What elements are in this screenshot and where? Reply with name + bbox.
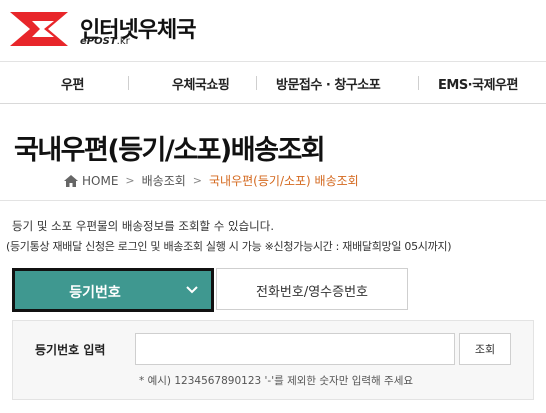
home-icon xyxy=(64,174,78,187)
nav-item-mail[interactable]: 우편 xyxy=(61,74,84,93)
tab-phone-receipt[interactable]: 전화번호/영수증번호 xyxy=(216,268,408,310)
nav-divider xyxy=(418,76,419,90)
page-title: 국내우편(등기/소포)배송조회 xyxy=(14,135,326,166)
global-nav: 우편 우체국쇼핑 방문접수 · 창구소포 EMS·국제우편 xyxy=(0,62,546,104)
chevron-right-icon: > xyxy=(125,174,135,187)
nav-divider xyxy=(128,76,129,90)
epost-logo-icon xyxy=(10,12,68,46)
nav-item-visit-pickup[interactable]: 방문접수 · 창구소포 xyxy=(276,74,381,93)
search-button[interactable]: 조회 xyxy=(459,333,511,365)
tab-registered-number-label: 등기번호 xyxy=(69,285,121,301)
chevron-down-icon xyxy=(186,286,198,294)
description-line-1: 등기 및 소포 우편물의 배송정보를 조회할 수 있습니다. xyxy=(12,219,275,233)
tracking-number-input[interactable] xyxy=(135,333,455,365)
nav-item-shopping[interactable]: 우체국쇼핑 xyxy=(172,74,230,93)
chevron-right-icon: > xyxy=(192,174,203,187)
tab-phone-receipt-label: 전화번호/영수증번호 xyxy=(255,285,369,300)
logo-subtext: ePOST.kr xyxy=(80,36,130,47)
breadcrumb-tracking[interactable]: 배송조회 xyxy=(142,172,186,189)
tracking-form: 등기번호 입력 조회 * 예시) 1234567890123 '-'를 제외한 … xyxy=(12,320,534,400)
site-logo[interactable]: 인터넷우체국 ePOST.kr xyxy=(10,10,210,50)
breadcrumb: HOME > 배송조회 > 국내우편(등기/소포) 배송조회 xyxy=(64,172,359,189)
input-hint: * 예시) 1234567890123 '-'를 제외한 숫자만 입력해 주세요 xyxy=(139,375,414,387)
tab-registered-number[interactable]: 등기번호 xyxy=(12,268,214,312)
breadcrumb-home[interactable]: HOME xyxy=(82,174,118,188)
breadcrumb-current: 국내우편(등기/소포) 배송조회 xyxy=(209,174,359,188)
content-divider xyxy=(0,200,546,201)
tracking-number-label: 등기번호 입력 xyxy=(35,343,106,357)
logo-sub-kr: .kr xyxy=(116,36,130,47)
logo-sub-en: ePOST xyxy=(80,36,117,47)
nav-divider xyxy=(256,76,257,90)
description-line-2: (등기통상 재배달 신청은 로그인 및 배송조회 실행 시 가능 ※신청가능시간… xyxy=(6,240,452,253)
site-header: 인터넷우체국 ePOST.kr xyxy=(0,0,546,62)
nav-item-ems[interactable]: EMS·국제우편 xyxy=(438,74,518,93)
